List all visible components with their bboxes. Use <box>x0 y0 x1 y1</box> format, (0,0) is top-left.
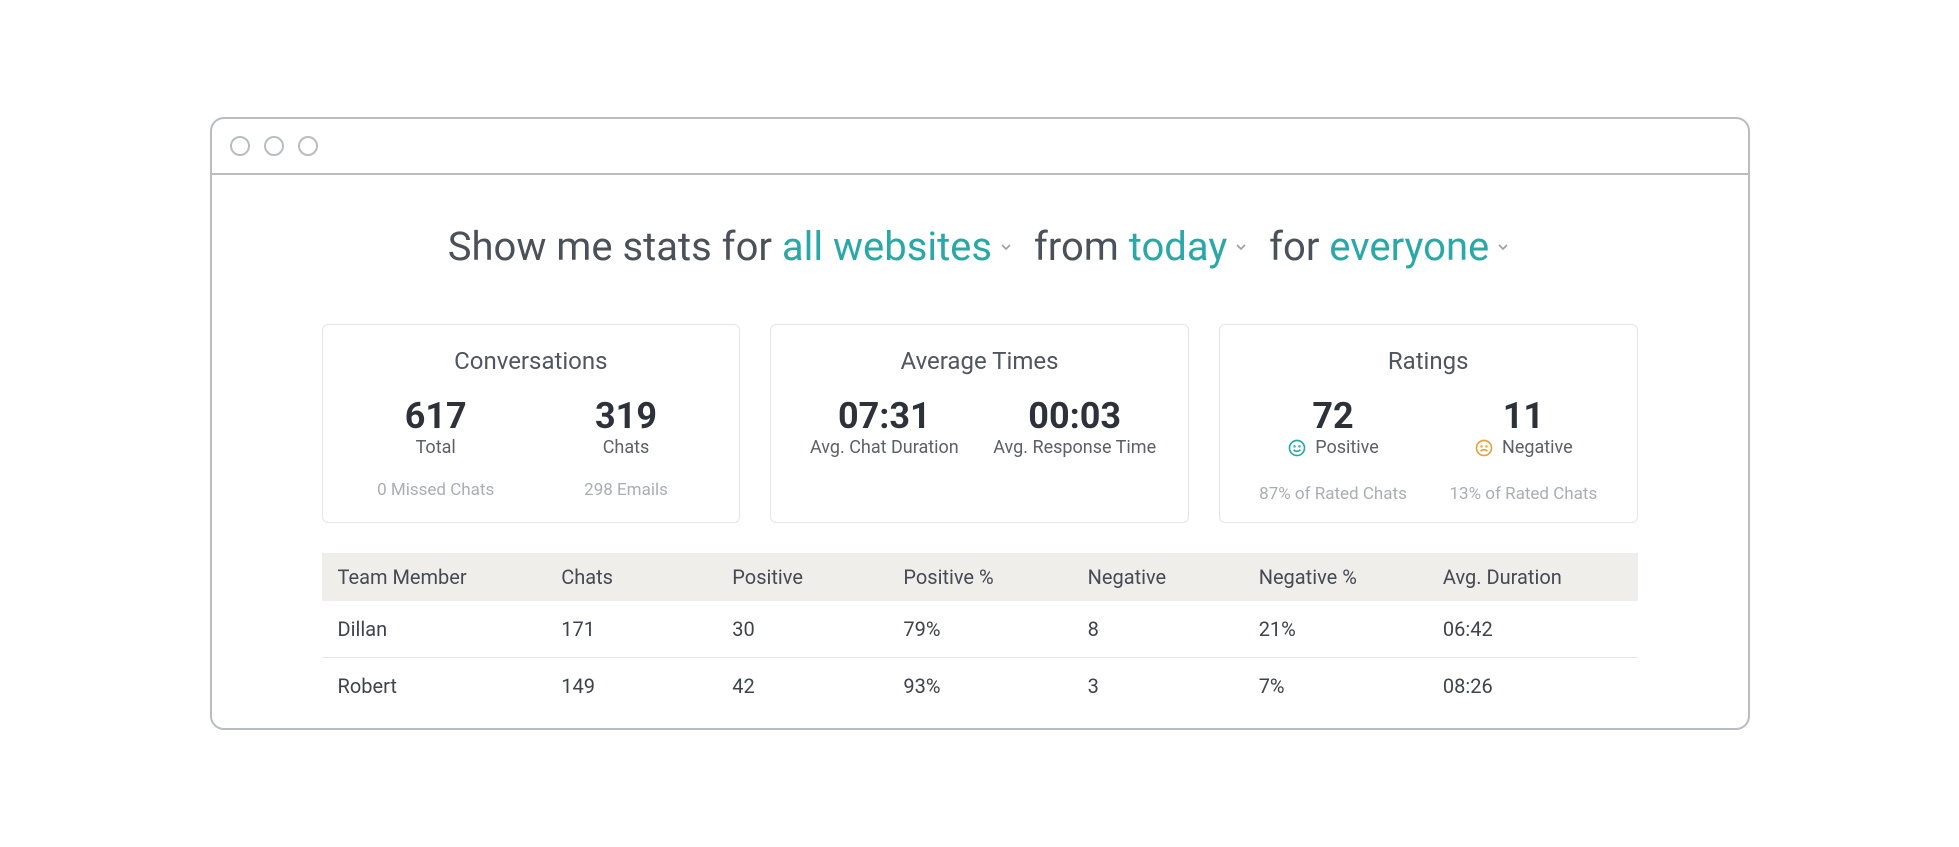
cell-negative: 3 <box>1072 657 1243 714</box>
window-control-dot[interactable] <box>298 136 318 156</box>
ratings-negative-pct: 13% of Rated Chats <box>1434 484 1612 504</box>
ratings-negative-value: 11 <box>1434 397 1612 437</box>
col-positive[interactable]: Positive <box>716 553 887 601</box>
conversations-emails-label: 298 Emails <box>537 480 715 500</box>
ratings-positive-value: 72 <box>1244 397 1422 437</box>
chevron-down-icon <box>1233 239 1249 255</box>
table-header-row: Team Member Chats Positive Positive % Ne… <box>322 553 1638 601</box>
conversations-card-title: Conversations <box>347 347 716 375</box>
filter-date-dropdown[interactable]: today <box>1129 223 1249 270</box>
conversations-total-metric: 617 Total <box>347 397 525 458</box>
ratings-positive-label: Positive <box>1315 437 1379 458</box>
ratings-card: Ratings 72 Positive <box>1219 324 1638 522</box>
cell-negative-pct: 7% <box>1243 657 1427 714</box>
cell-positive: 42 <box>716 657 887 714</box>
cell-negative-pct: 21% <box>1243 601 1427 658</box>
col-avg-duration[interactable]: Avg. Duration <box>1427 553 1638 601</box>
col-team-member[interactable]: Team Member <box>322 553 546 601</box>
conversations-total-label: Total <box>416 437 456 458</box>
cell-member: Robert <box>322 657 546 714</box>
ratings-negative-label: Negative <box>1502 437 1573 458</box>
filter-sentence: Show me stats for all websites from toda… <box>322 223 1638 270</box>
team-stats-table: Team Member Chats Positive Positive % Ne… <box>322 553 1638 714</box>
cell-positive: 30 <box>716 601 887 658</box>
conversations-chats-value: 319 <box>537 397 715 437</box>
conversations-card: Conversations 617 Total 319 Chats 0 Miss… <box>322 324 741 522</box>
col-negative[interactable]: Negative <box>1072 553 1243 601</box>
average-times-card-title: Average Times <box>795 347 1164 375</box>
cell-positive-pct: 93% <box>887 657 1071 714</box>
col-chats[interactable]: Chats <box>545 553 716 601</box>
avg-response-time-label: Avg. Response Time <box>993 437 1156 458</box>
ratings-positive-pct: 87% of Rated Chats <box>1244 484 1422 504</box>
cell-avg-duration: 06:42 <box>1427 601 1638 658</box>
filter-people-dropdown[interactable]: everyone <box>1329 223 1511 270</box>
table-row[interactable]: Dillan 171 30 79% 8 21% 06:42 <box>322 601 1638 658</box>
filter-websites-dropdown[interactable]: all websites <box>782 223 1014 270</box>
avg-chat-duration-value: 07:31 <box>795 397 973 437</box>
chevron-down-icon <box>998 239 1014 255</box>
cell-positive-pct: 79% <box>887 601 1071 658</box>
conversations-missed-label: 0 Missed Chats <box>347 480 525 500</box>
ratings-positive-metric: 72 Positive <box>1244 397 1422 461</box>
avg-response-time-metric: 00:03 Avg. Response Time <box>986 397 1164 458</box>
filter-for-label: for <box>1269 223 1319 270</box>
ratings-card-title: Ratings <box>1244 347 1613 375</box>
conversations-chats-metric: 319 Chats <box>537 397 715 458</box>
conversations-total-value: 617 <box>347 397 525 437</box>
cell-chats: 149 <box>545 657 716 714</box>
ratings-negative-metric: 11 Negative <box>1434 397 1612 461</box>
stat-cards-row: Conversations 617 Total 319 Chats 0 Miss… <box>322 324 1638 522</box>
avg-response-time-value: 00:03 <box>986 397 1164 437</box>
average-times-card: Average Times 07:31 Avg. Chat Duration 0… <box>770 324 1189 522</box>
avg-chat-duration-metric: 07:31 Avg. Chat Duration <box>795 397 973 458</box>
chevron-down-icon <box>1495 239 1511 255</box>
cell-negative: 8 <box>1072 601 1243 658</box>
filter-people-value: everyone <box>1329 223 1489 270</box>
window-titlebar <box>212 119 1748 175</box>
col-positive-pct[interactable]: Positive % <box>887 553 1071 601</box>
filter-prefix: Show me stats for <box>448 223 772 270</box>
cell-chats: 171 <box>545 601 716 658</box>
dashboard-content: Show me stats for all websites from toda… <box>212 175 1748 727</box>
smile-icon <box>1287 438 1307 458</box>
window-control-dot[interactable] <box>230 136 250 156</box>
cell-member: Dillan <box>322 601 546 658</box>
cell-avg-duration: 08:26 <box>1427 657 1638 714</box>
frown-icon <box>1474 438 1494 458</box>
conversations-chats-label: Chats <box>603 437 650 458</box>
table-row[interactable]: Robert 149 42 93% 3 7% 08:26 <box>322 657 1638 714</box>
browser-window: Show me stats for all websites from toda… <box>210 117 1750 729</box>
filter-from-label: from <box>1034 223 1119 270</box>
filter-websites-value: all websites <box>782 223 992 270</box>
filter-date-value: today <box>1129 223 1227 270</box>
col-negative-pct[interactable]: Negative % <box>1243 553 1427 601</box>
window-control-dot[interactable] <box>264 136 284 156</box>
avg-chat-duration-label: Avg. Chat Duration <box>810 437 959 458</box>
